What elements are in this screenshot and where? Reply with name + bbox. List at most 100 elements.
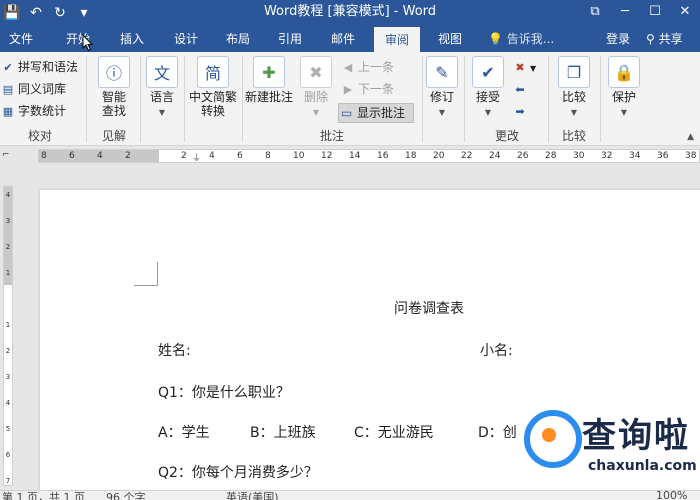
tab-design[interactable]: 设计 [166, 26, 206, 52]
show-comments-button[interactable]: ▭ 显示批注 [338, 103, 414, 123]
vertical-ruler-tick: 4 [5, 399, 11, 407]
tab-selector-icon[interactable]: ⌐ [2, 150, 10, 160]
doc-option-c: C：无业游民 [354, 425, 434, 441]
vertical-ruler: 4 3 2 1 1 2 3 4 5 6 7 [0, 166, 18, 486]
smart-lookup-button[interactable]: ⓘ 智能 查找 [94, 56, 134, 118]
ribbon-separator [548, 56, 549, 142]
status-bar: 第 1 页，共 1 页 96 个字 英语(美国) 100% [0, 490, 700, 500]
previous-comment-button[interactable]: ◀ 上一条 [340, 57, 394, 77]
thesaurus-button[interactable]: ▤ 同义词库 [0, 79, 66, 99]
ruler-tick: 4 [209, 151, 215, 161]
next-comment-icon: ▶ [343, 83, 353, 96]
status-language[interactable]: 英语(美国) [226, 491, 279, 500]
next-change-button[interactable]: ➡ [512, 101, 530, 121]
ruler-tick: 32 [601, 151, 613, 161]
tab-review[interactable]: 审阅 [374, 26, 420, 52]
new-comment-label: 新建批注 [244, 90, 293, 104]
vertical-ruler-tick: 1 [5, 269, 11, 277]
doc-name-label: 姓名: [158, 343, 191, 359]
language-button[interactable]: 文 语言 ▼ [144, 56, 180, 118]
accept-icon: ✔ [472, 56, 504, 88]
ruler-tick: 10 [293, 151, 305, 161]
group-label-compare: 比较 [561, 129, 586, 143]
track-changes-button[interactable]: ✎ 修订 ▼ [424, 56, 460, 118]
next-comment-label: 下一条 [358, 82, 395, 96]
tab-insert[interactable]: 插入 [112, 26, 152, 52]
group-label-comments: 批注 [319, 129, 344, 143]
indent-marker-icon[interactable]: ⏚ [192, 151, 201, 164]
ruler-tick: 34 [629, 151, 641, 161]
watermark-url: chaxunla.com [588, 458, 697, 474]
redo-icon[interactable]: ↻ [48, 5, 72, 21]
close-icon[interactable]: ✕ [670, 0, 700, 26]
chevron-down-icon: ▼ [570, 108, 578, 117]
customize-qat-icon[interactable]: ▾ [72, 5, 96, 21]
delete-comment-button[interactable]: ✖ 删除 ▼ [298, 56, 334, 118]
status-zoom[interactable]: 100% [656, 491, 687, 500]
minimize-icon[interactable]: ─ [610, 0, 640, 26]
doc-title: 问卷调查表 [394, 301, 464, 317]
previous-comment-icon: ◀ [343, 61, 353, 74]
group-label-insights: 见解 [101, 129, 126, 143]
ruler-tick: 28 [545, 151, 557, 161]
ribbon-tabs: 文件 开始 插入 设计 布局 引用 邮件 审阅 视图 💡 告诉我... 登录 ⚲… [0, 26, 700, 52]
ruler-tick: 2 [125, 151, 131, 161]
ruler-tick: 6 [237, 151, 243, 161]
thesaurus-label: 同义词库 [18, 82, 67, 96]
vertical-ruler-tick: 6 [5, 451, 11, 459]
ribbon-separator [242, 56, 243, 142]
tab-view[interactable]: 视图 [430, 26, 470, 52]
chevron-down-icon: ▼ [484, 108, 492, 117]
ribbon-separator [464, 56, 465, 142]
share-button[interactable]: ⚲ 共享 [646, 26, 683, 52]
ribbon-separator [422, 56, 423, 142]
title-bar: 💾 ↶ ↻ ▾ Word教程 [兼容模式] - Word ⧉ ─ ☐ ✕ [0, 0, 700, 26]
status-word-count[interactable]: 96 个字 [106, 491, 146, 500]
tab-mailings[interactable]: 邮件 [323, 26, 363, 52]
compare-label: 比较 [561, 90, 586, 104]
language-label: 语言 [149, 90, 174, 104]
reject-button[interactable]: ✖ ▼ [512, 57, 536, 77]
ribbon-display-options-icon[interactable]: ⧉ [580, 0, 610, 26]
vertical-ruler-tick: 1 [5, 321, 11, 329]
undo-icon[interactable]: ↶ [24, 5, 48, 21]
ruler-track[interactable]: 8 6 4 2 2 4 6 8 10 12 14 16 18 20 22 24 26 28 30 32 34 36 38 ⏚ [38, 149, 700, 164]
word-count-button[interactable]: ▦ 字数统计 [0, 101, 66, 121]
tab-layout[interactable]: 布局 [218, 26, 258, 52]
vertical-ruler-tick: 7 [5, 477, 11, 485]
spelling-grammar-button[interactable]: ✔ 拼写和语法 [0, 57, 78, 77]
vertical-ruler-track[interactable]: 4 3 2 1 1 2 3 4 5 6 7 [3, 186, 13, 486]
tell-me-search[interactable]: 💡 告诉我... [488, 26, 554, 52]
chevron-down-icon: ▼ [620, 108, 628, 117]
word-count-label: 字数统计 [18, 104, 67, 118]
watermark-logo: 查询啦 chaxunla.com [524, 408, 700, 480]
tab-file[interactable]: 文件 [4, 26, 38, 52]
new-comment-button[interactable]: ✚ 新建批注 [244, 56, 294, 104]
save-icon[interactable]: 💾 [0, 5, 24, 21]
status-page-count[interactable]: 第 1 页，共 1 页 [2, 491, 85, 500]
ruler-tick: 26 [517, 151, 529, 161]
collapse-ribbon-icon[interactable]: ▲ [687, 132, 694, 142]
ribbon-separator [184, 56, 185, 142]
page-corner-mark [134, 262, 158, 286]
new-comment-icon: ✚ [253, 56, 285, 88]
chevron-down-icon: ▼ [312, 108, 320, 117]
ruler-tick: 20 [433, 151, 445, 161]
ruler-tick: 8 [41, 151, 47, 161]
compare-button[interactable]: ❐ 比较 ▼ [556, 56, 592, 118]
protect-button[interactable]: 🔒 保护 ▼ [606, 56, 642, 118]
reject-icon: ✖ [515, 61, 525, 74]
ruler-tick: 4 [97, 151, 103, 161]
horizontal-ruler: ⌐ 8 6 4 2 2 4 6 8 10 12 14 16 18 20 22 24 26 28 30 32 34 36 38… [0, 146, 700, 166]
ribbon-separator [86, 56, 87, 142]
accept-button[interactable]: ✔ 接受 ▼ [470, 56, 506, 118]
delete-comment-label: 删除 [303, 90, 328, 104]
magnifier-logo-icon [524, 410, 582, 468]
previous-change-button[interactable]: ⬅ [512, 79, 530, 99]
next-comment-button[interactable]: ▶ 下一条 [340, 79, 394, 99]
ruler-tick: 2 [181, 151, 187, 161]
chinese-conversion-button[interactable]: 简 中文简繁 转换 [186, 56, 240, 118]
maximize-icon[interactable]: ☐ [640, 0, 670, 26]
tab-references[interactable]: 引用 [270, 26, 310, 52]
sign-in-link[interactable]: 登录 [606, 26, 630, 52]
